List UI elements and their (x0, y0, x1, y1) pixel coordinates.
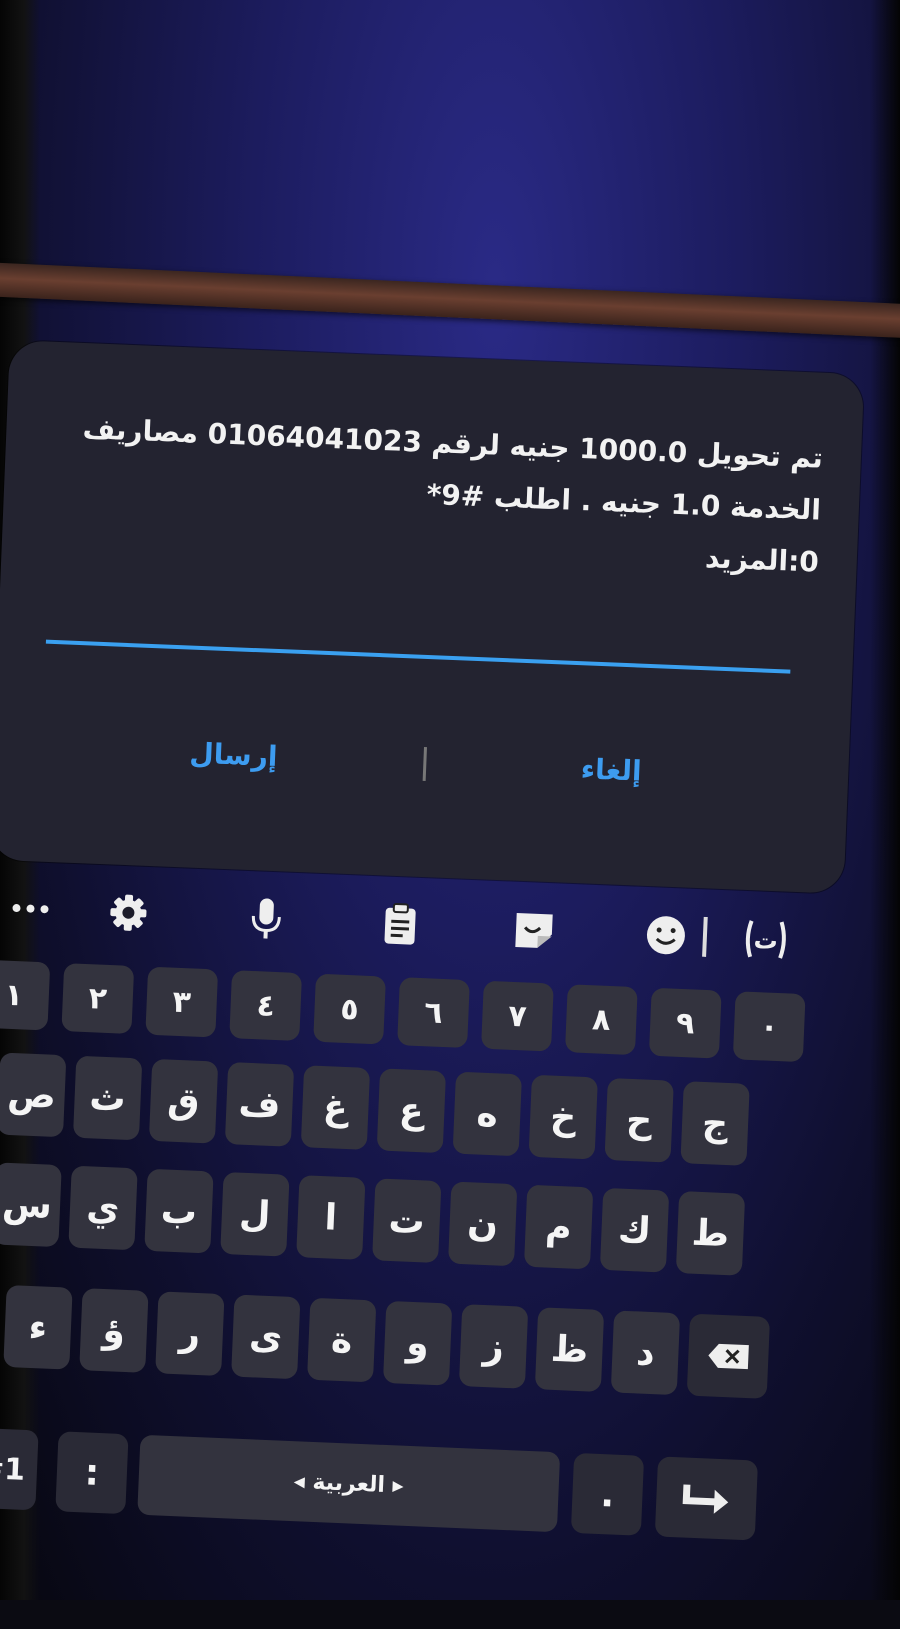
letter-key-r1-8[interactable]: ه (452, 1071, 522, 1157)
letter-key-r3-4[interactable]: ر (155, 1291, 225, 1377)
letter-key-r1-3[interactable]: ث (72, 1055, 143, 1141)
translate-icon[interactable]: ت (737, 913, 795, 965)
letter-key-r1-9[interactable]: خ (528, 1074, 598, 1160)
svg-text:ت: ت (753, 926, 778, 955)
number-key-3[interactable]: ٣ (145, 966, 219, 1038)
enter-key[interactable] (654, 1456, 759, 1541)
ussd-dialog: تم تحويل 1000.0 جنيه لرقم 01064041023 مص… (0, 340, 865, 894)
number-key-2[interactable]: ٢ (61, 963, 135, 1034)
send-button[interactable]: إرسال (102, 714, 365, 794)
enter-arrow-icon (682, 1484, 729, 1514)
letter-key-r1-6[interactable]: غ (300, 1065, 371, 1150)
phone-bezel-right (870, 0, 900, 1600)
letter-key-r1-7[interactable]: ع (376, 1068, 447, 1154)
letter-key-r1-10[interactable]: ح (604, 1077, 674, 1163)
emoji-icon[interactable] (637, 909, 695, 961)
letter-key-r3-5[interactable]: ى (231, 1294, 301, 1380)
space-key[interactable]: ◂ العربية ▸ (137, 1434, 561, 1533)
toolbar-separator (699, 912, 711, 962)
keyboard: ت ١٢٣٤٥٦٧٨٩٠ ضصثقفغعهخحج شسيبلاتنمكط ذءؤ… (0, 872, 891, 1629)
backspace-icon (708, 1343, 749, 1370)
letter-key-r2-4[interactable]: ب (144, 1168, 214, 1254)
sticker-icon[interactable] (505, 904, 563, 956)
microphone-icon[interactable] (237, 892, 295, 944)
period-key[interactable]: . (570, 1452, 645, 1536)
letter-key-r2-9[interactable]: م (523, 1184, 594, 1270)
letter-key-r2-7[interactable]: ت (372, 1178, 442, 1264)
letter-key-r3-2[interactable]: ء (3, 1284, 73, 1370)
letter-key-r3-6[interactable]: ة (307, 1297, 377, 1383)
number-key-1[interactable]: ١ (0, 959, 51, 1031)
letter-key-r3-3[interactable]: ؤ (79, 1288, 149, 1373)
number-key-5[interactable]: ٥ (313, 973, 386, 1045)
ussd-message: تم تحويل 1000.0 جنيه لرقم 01064041023 مص… (82, 412, 824, 579)
number-key-7[interactable]: ٧ (481, 980, 554, 1052)
symbols-key[interactable]: #1 (0, 1427, 39, 1511)
more-icon[interactable] (1, 882, 59, 934)
letter-key-r1-2[interactable]: ص (0, 1052, 67, 1138)
letter-key-r1-4[interactable]: ق (148, 1058, 219, 1144)
cancel-button[interactable]: إلغاء (480, 729, 743, 809)
letter-key-r3-7[interactable]: و (382, 1300, 453, 1386)
clipboard-icon[interactable] (371, 898, 429, 950)
backspace-key[interactable] (686, 1313, 771, 1399)
letter-key-r2-11[interactable]: ط (675, 1191, 746, 1276)
number-key-9[interactable]: ٩ (648, 987, 722, 1059)
ussd-reply-input[interactable] (45, 633, 791, 674)
letter-key-r3-9[interactable]: ظ (534, 1307, 605, 1392)
button-divider (422, 746, 427, 782)
letter-key-r2-3[interactable]: ي (68, 1165, 138, 1251)
letter-key-r2-8[interactable]: ن (448, 1181, 518, 1267)
gear-icon[interactable] (99, 887, 157, 939)
colon-key[interactable]: : (55, 1431, 129, 1515)
letter-key-r2-10[interactable]: ك (599, 1187, 670, 1273)
letter-key-r2-5[interactable]: ل (220, 1171, 290, 1257)
dialog-actions: إرسال إلغاء (0, 700, 850, 824)
number-key-4[interactable]: ٤ (229, 970, 303, 1042)
letter-key-r3-8[interactable]: ز (458, 1304, 529, 1389)
letter-key-r2-2[interactable]: س (0, 1162, 62, 1248)
letter-key-r2-6[interactable]: ا (296, 1175, 366, 1260)
letter-key-r1-11[interactable]: ج (680, 1081, 750, 1166)
number-key-10[interactable]: ٠ (732, 991, 806, 1063)
number-key-8[interactable]: ٨ (564, 984, 638, 1056)
letter-key-r3-10[interactable]: د (610, 1310, 681, 1396)
letter-key-r1-5[interactable]: ف (224, 1062, 295, 1147)
number-key-6[interactable]: ٦ (397, 977, 470, 1049)
